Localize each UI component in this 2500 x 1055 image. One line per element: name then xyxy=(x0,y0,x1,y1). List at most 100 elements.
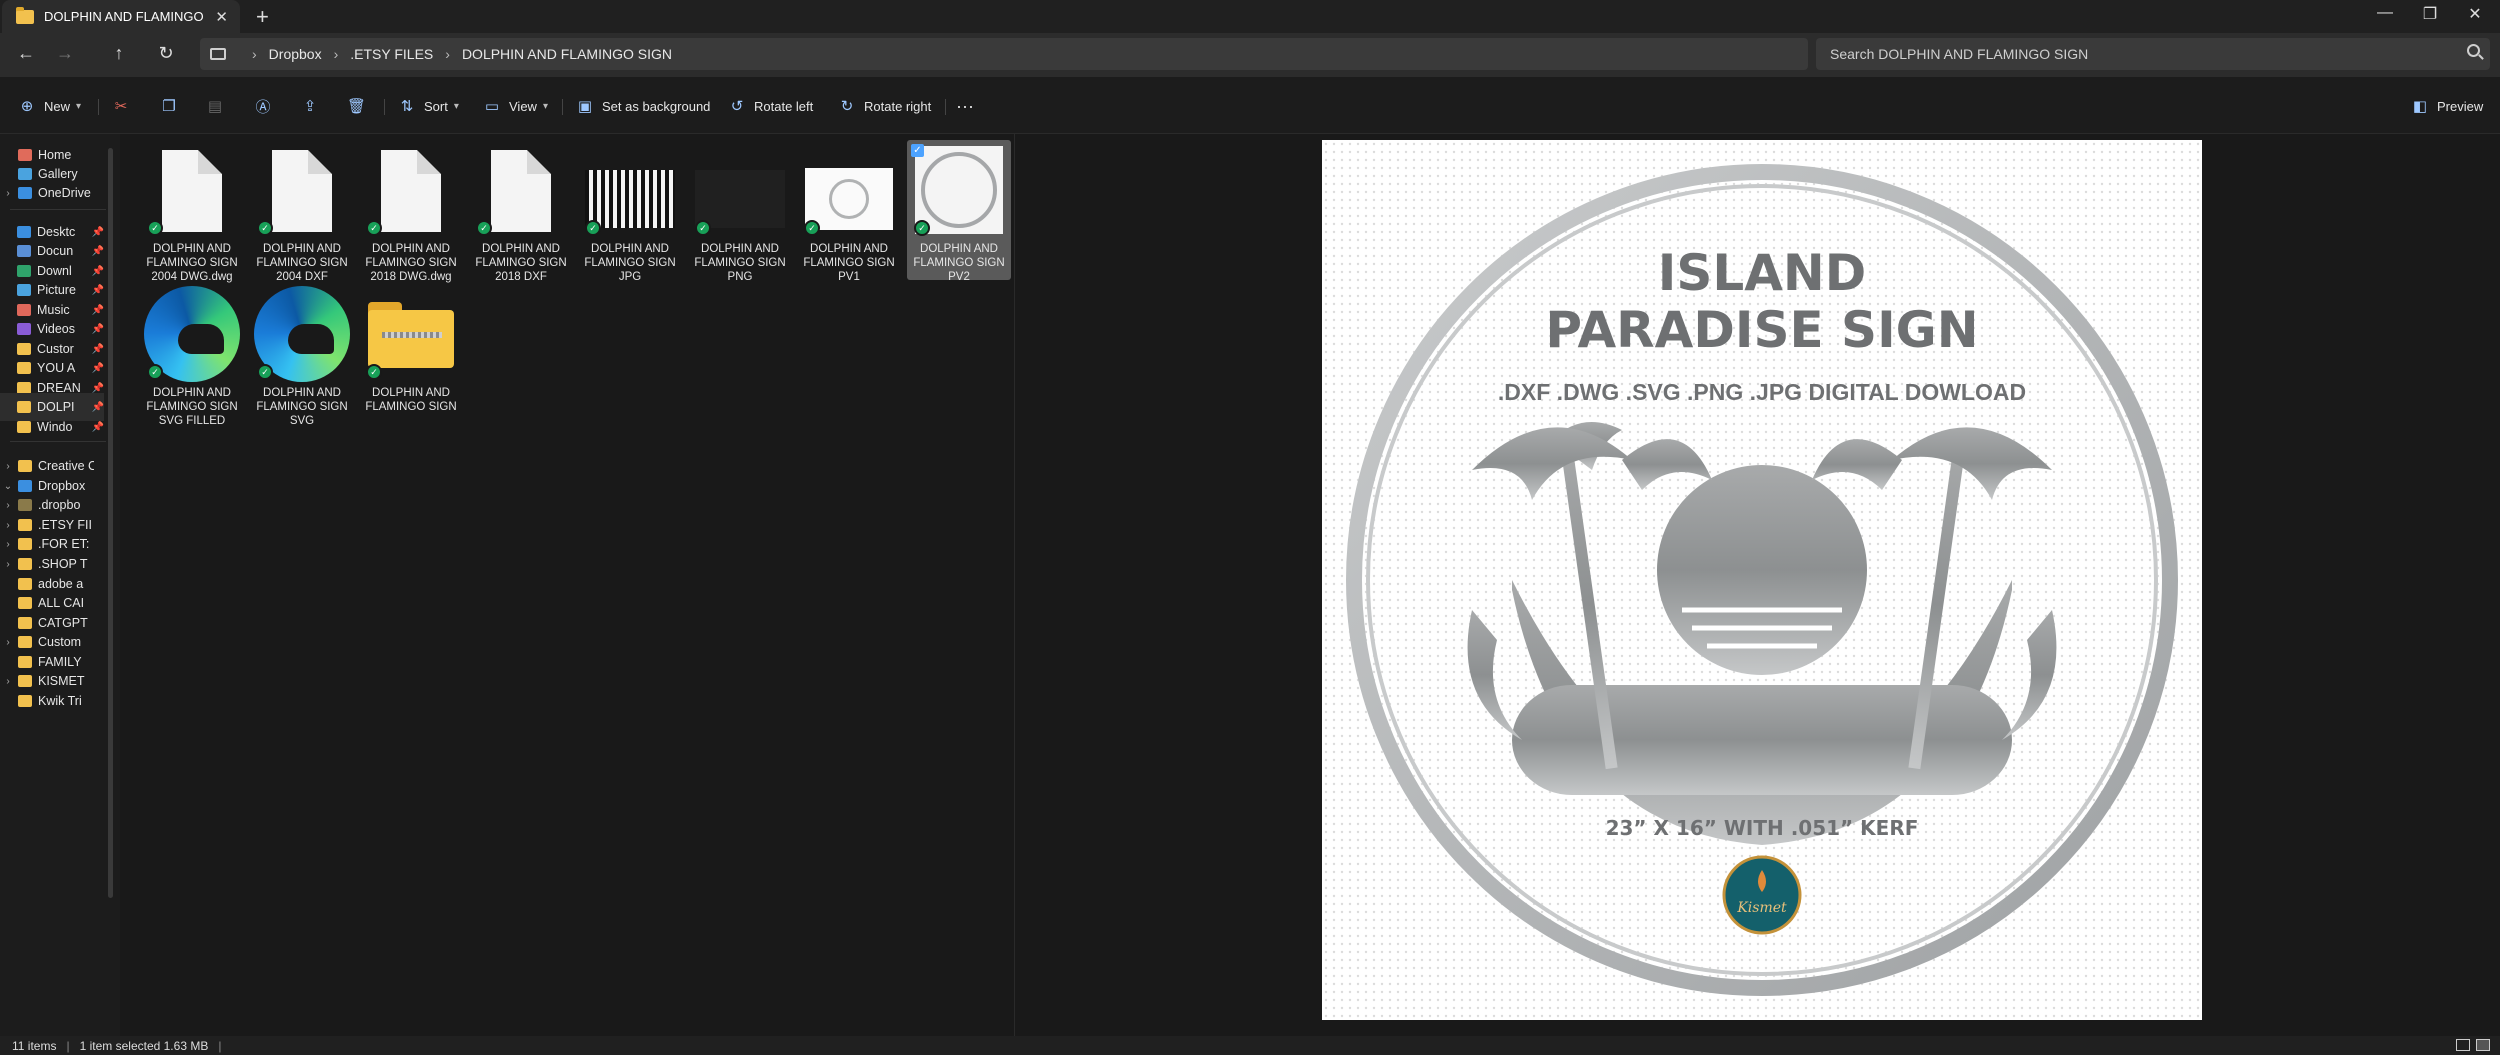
file-name: DOLPHIN AND FLAMINGO SIGN 2018 DWG.dwg xyxy=(365,243,457,283)
copy-button[interactable]: ❐ xyxy=(160,94,186,118)
forward-button[interactable]: → xyxy=(52,43,78,64)
rotate-left-label: Rotate left xyxy=(754,98,814,114)
expand-chevron-icon[interactable]: › xyxy=(0,500,16,511)
file-item[interactable]: ✓ DOLPHIN AND FLAMINGO SIGN PV1 xyxy=(797,140,901,283)
status-divider: | xyxy=(66,1038,70,1053)
file-item[interactable]: ✓ DOLPHIN AND FLAMINGO SIGN JPG xyxy=(578,140,682,283)
rotate-right-label: Rotate right xyxy=(864,98,932,114)
file-name: DOLPHIN AND FLAMINGO SIGN PV2 xyxy=(913,243,1005,283)
preview-pane: ISLAND PARADISE SIGN .DXF .DWG .SVG .PNG… xyxy=(1016,134,2500,1036)
preview-pane-button[interactable]: ◧ Preview xyxy=(2411,94,2483,118)
file-item[interactable]: ✓ DOLPHIN AND FLAMINGO SIGN PNG xyxy=(688,140,792,283)
pictures-icon xyxy=(17,284,32,296)
document-icon xyxy=(381,150,441,232)
sidebar-item[interactable]: Windo 📌 xyxy=(0,413,104,441)
expand-chevron-icon[interactable]: › xyxy=(0,559,16,570)
pin-icon: 📌 xyxy=(91,323,104,335)
breadcrumb-separator: › xyxy=(445,46,450,62)
file-item[interactable]: ✓ ✓ DOLPHIN AND FLAMINGO SIGN PV2 xyxy=(907,140,1011,283)
restore-button[interactable]: ❐ xyxy=(2410,4,2450,24)
sidebar-item[interactable]: › OneDrive xyxy=(0,179,104,207)
sidebar-item-label: ALL CAI xyxy=(38,596,85,610)
file-item[interactable]: ✓ DOLPHIN AND FLAMINGO SIGN 2004 DXF xyxy=(250,140,354,283)
breadcrumb-etsy-files[interactable]: .ETSY FILES xyxy=(350,46,433,62)
share-button[interactable]: ⇪ xyxy=(301,94,327,118)
file-item[interactable]: ✓ DOLPHIN AND FLAMINGO SIGN SVG xyxy=(250,284,354,427)
more-options-button[interactable]: ··· xyxy=(956,94,974,118)
sidebar-divider xyxy=(10,209,106,210)
sidebar-item-label: Videos xyxy=(37,322,76,336)
large-icons-view-icon[interactable] xyxy=(2476,1039,2490,1051)
sync-status-icon: ✓ xyxy=(366,364,382,380)
refresh-button[interactable]: ↻ xyxy=(153,43,179,64)
file-item[interactable]: ✓ DOLPHIN AND FLAMINGO SIGN 2018 DWG.dwg xyxy=(359,140,463,283)
sign-title-line1: ISLAND xyxy=(1658,244,1867,302)
breadcrumb-separator: › xyxy=(333,46,339,62)
set-as-background-button[interactable]: ▣ Set as background xyxy=(576,94,711,118)
sync-status-icon: ✓ xyxy=(804,220,820,236)
tab-close-button[interactable]: ✕ xyxy=(215,8,228,26)
document-icon xyxy=(491,150,551,232)
pin-icon: 📌 xyxy=(91,304,104,316)
expand-chevron-icon[interactable]: › xyxy=(0,520,16,531)
sync-status-icon: ✓ xyxy=(476,220,492,236)
expand-chevron-icon[interactable]: ⌄ xyxy=(0,481,16,492)
close-window-button[interactable]: ✕ xyxy=(2455,4,2495,24)
expand-chevron-icon[interactable]: › xyxy=(0,637,16,648)
rotate-right-button[interactable]: ↻ Rotate right xyxy=(838,94,932,118)
sidebar-item-label: Docun xyxy=(37,244,74,258)
details-view-icon[interactable] xyxy=(2456,1039,2470,1051)
address-bar[interactable]: › Dropbox › .ETSY FILES › DOLPHIN AND FL… xyxy=(200,38,1808,70)
sync-status-icon: ✓ xyxy=(147,220,163,236)
delete-button[interactable]: 🗑 xyxy=(347,94,373,118)
new-button[interactable]: ⊕ New ▾ xyxy=(18,94,81,118)
file-name: DOLPHIN AND FLAMINGO SIGN xyxy=(365,387,457,413)
tab-active[interactable]: DOLPHIN AND FLAMINGO SIGN ✕ xyxy=(2,0,240,33)
sidebar-item-label: Creative C xyxy=(38,459,94,473)
file-list: ✓ DOLPHIN AND FLAMINGO SIGN 2004 DWG.dwg ✓… xyxy=(122,134,1015,1036)
rotate-right-icon: ↻ xyxy=(840,98,854,115)
cut-button[interactable]: ✂ xyxy=(112,94,138,118)
selection-checkbox[interactable]: ✓ xyxy=(911,144,924,157)
status-divider: | xyxy=(218,1038,222,1053)
pin-icon: 📌 xyxy=(91,284,104,296)
file-item[interactable]: ✓ DOLPHIN AND FLAMINGO SIGN xyxy=(359,284,463,424)
sidebar-item-label: .FOR ET: xyxy=(38,537,90,551)
minimize-button[interactable]: — xyxy=(2365,4,2405,22)
expand-chevron-icon[interactable]: › xyxy=(0,188,16,199)
file-item[interactable]: ✓ DOLPHIN AND FLAMINGO SIGN SVG FILLED xyxy=(140,284,244,427)
new-tab-button[interactable]: + xyxy=(256,4,269,30)
preview-image: ISLAND PARADISE SIGN .DXF .DWG .SVG .PNG… xyxy=(1322,140,2202,1020)
scissors-icon: ✂ xyxy=(114,98,128,115)
sidebar-scrollbar[interactable] xyxy=(108,148,113,898)
up-button[interactable]: ↑ xyxy=(106,43,132,64)
file-item[interactable]: ✓ DOLPHIN AND FLAMINGO SIGN 2018 DXF xyxy=(469,140,573,283)
breadcrumb-current-folder[interactable]: DOLPHIN AND FLAMINGO SIGN xyxy=(462,46,672,62)
set-as-background-label: Set as background xyxy=(602,98,711,114)
breadcrumb-dropbox[interactable]: Dropbox xyxy=(269,46,322,62)
documents-icon xyxy=(17,245,32,257)
navigation-pane: Home Gallery › OneDrive Desktc 📌 Docun 📌 Downl 📌 P… xyxy=(0,134,120,1036)
back-button[interactable]: ← xyxy=(13,43,39,64)
view-button[interactable]: ▭ View ▾ xyxy=(483,94,548,118)
file-name: DOLPHIN AND FLAMINGO SIGN PV1 xyxy=(803,243,895,283)
chevron-down-icon: ▾ xyxy=(76,100,82,112)
expand-chevron-icon[interactable]: › xyxy=(0,676,16,687)
rename-button[interactable]: Ⓐ xyxy=(254,94,280,118)
sidebar-item-label: Picture xyxy=(37,283,76,297)
sidebar-item-label: OneDrive xyxy=(38,186,91,200)
sort-button[interactable]: ⇅ Sort ▾ xyxy=(398,94,459,118)
sync-status-icon: ✓ xyxy=(585,220,601,236)
file-item[interactable]: ✓ DOLPHIN AND FLAMINGO SIGN 2004 DWG.dwg xyxy=(140,140,244,283)
folder-icon xyxy=(18,499,32,511)
sidebar-item-label: YOU A xyxy=(37,361,76,375)
search-input[interactable]: Search DOLPHIN AND FLAMINGO SIGN xyxy=(1816,38,2490,70)
sidebar-divider xyxy=(10,441,106,442)
rotate-left-button[interactable]: ↺ Rotate left xyxy=(728,94,814,118)
paste-button[interactable]: ▤ xyxy=(206,94,232,118)
expand-chevron-icon[interactable]: › xyxy=(0,539,16,550)
sidebar-item[interactable]: Kwik Tri xyxy=(0,687,104,715)
expand-chevron-icon[interactable]: › xyxy=(0,461,16,472)
sync-status-icon: ✓ xyxy=(366,220,382,236)
file-name: DOLPHIN AND FLAMINGO SIGN SVG FILLED xyxy=(146,387,238,427)
